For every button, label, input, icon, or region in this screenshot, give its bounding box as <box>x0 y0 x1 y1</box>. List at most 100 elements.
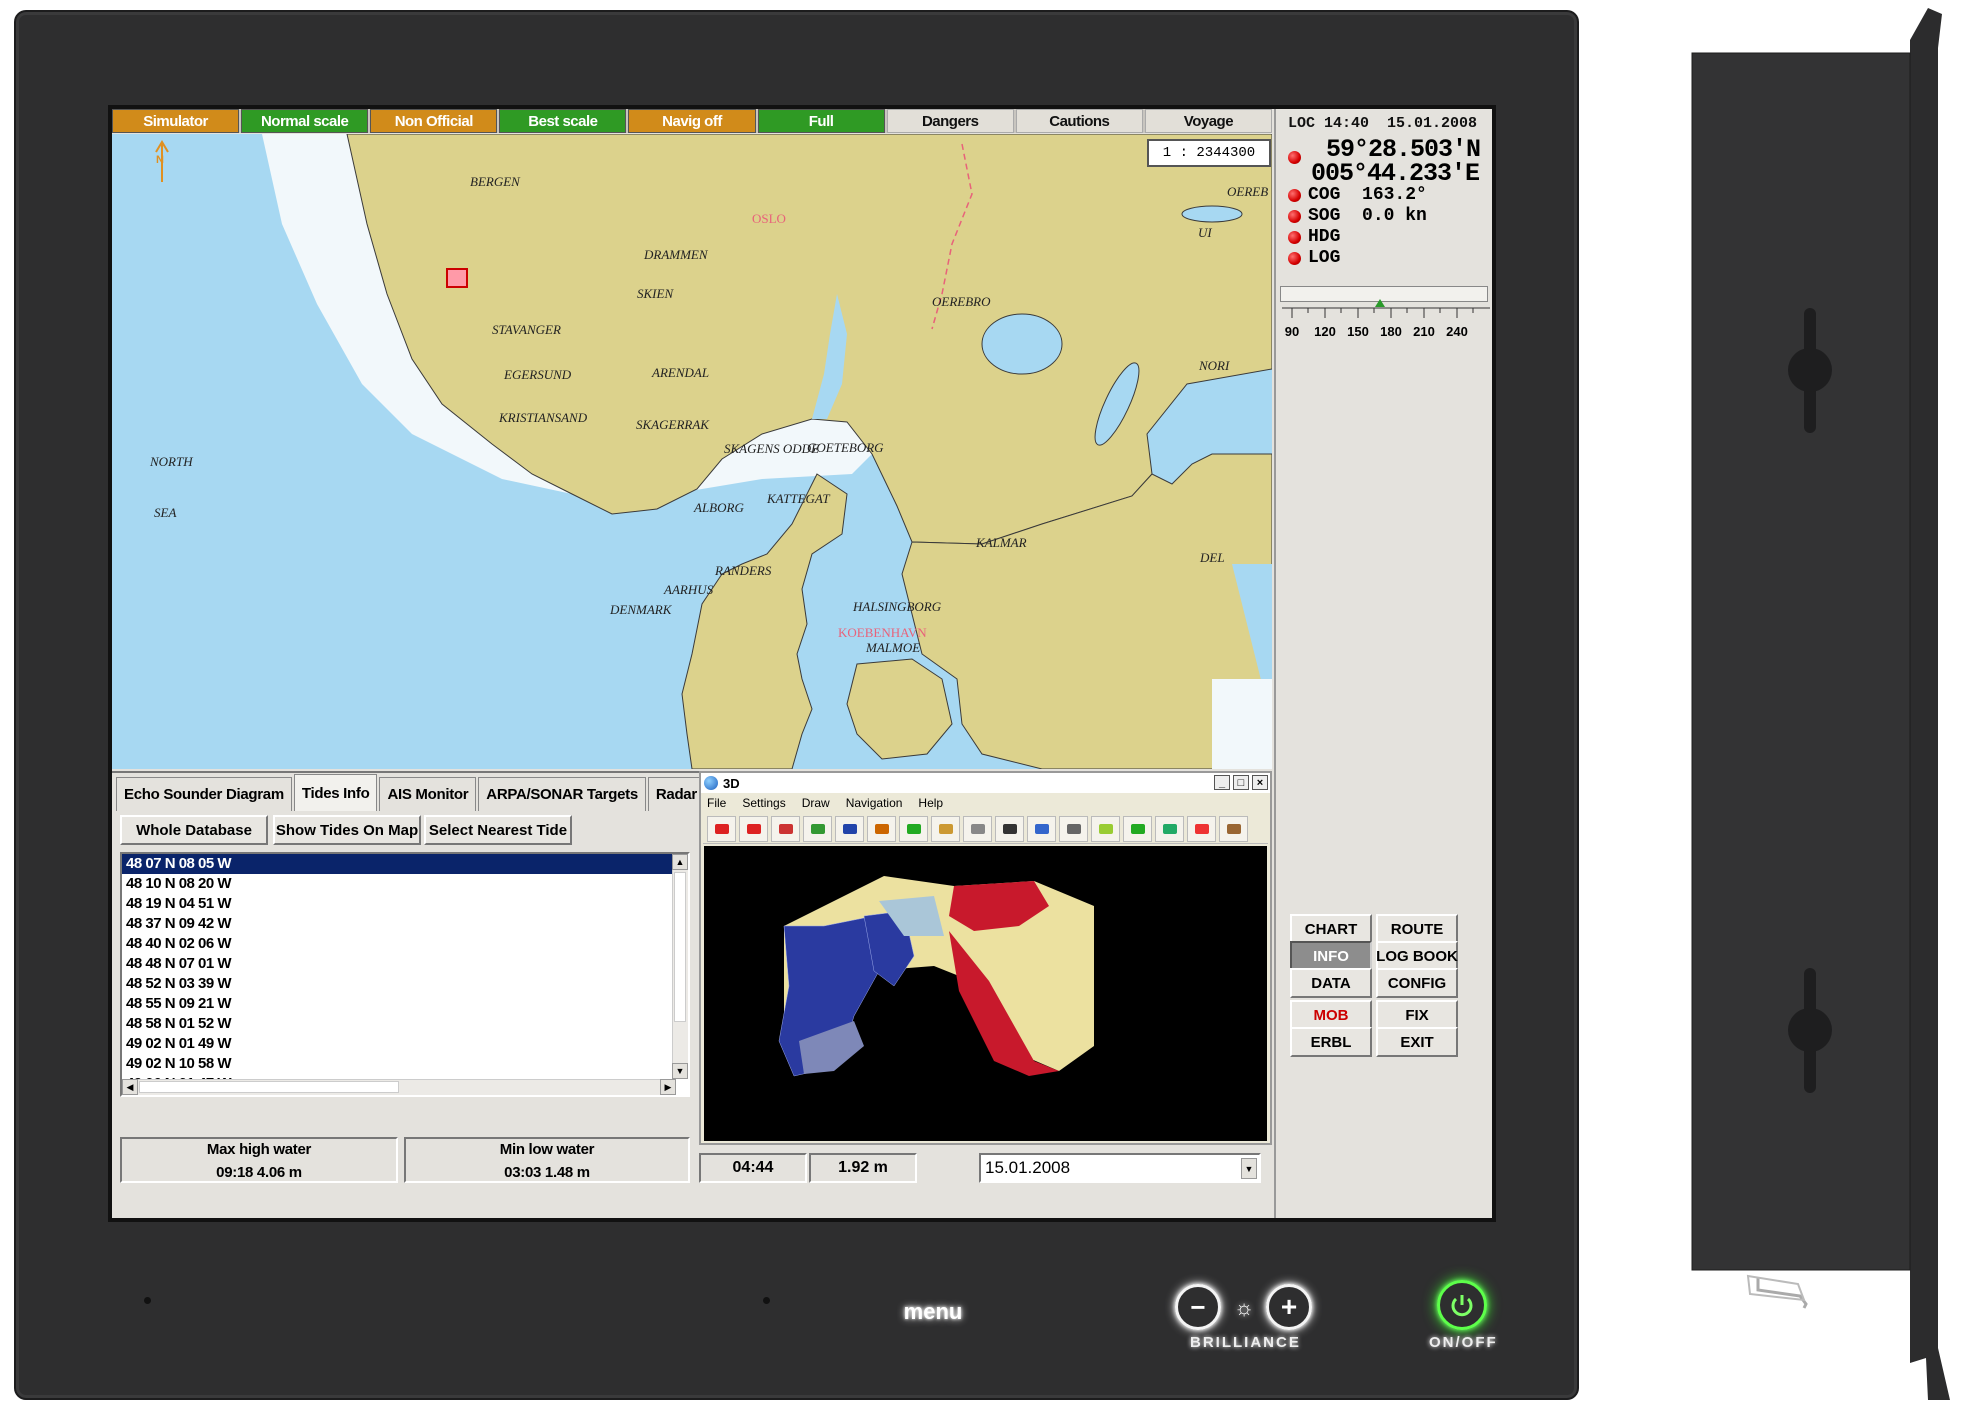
hscroll-thumb[interactable] <box>139 1081 399 1093</box>
brilliance-plus-button[interactable]: + <box>1266 1284 1312 1330</box>
dropdown-arrow-icon[interactable]: ▼ <box>1241 1158 1257 1179</box>
toolbar-tool-15-button[interactable] <box>1155 815 1184 842</box>
mob-button[interactable]: MOB <box>1290 1000 1372 1030</box>
nautical-chart[interactable]: N 1 : 2344300 BERGEN OSLO DRAMMEN SKIEN OERE… <box>112 134 1272 769</box>
compass-tick-120: 120 <box>1314 324 1336 339</box>
chart-button[interactable]: CHART <box>1290 914 1372 944</box>
tab-arpa-sonar-targets[interactable]: ARPA/SONAR Targets <box>478 777 646 811</box>
cog-status-dot <box>1288 189 1301 202</box>
3d-window-titlebar[interactable]: 3D _ □ × <box>701 773 1270 793</box>
toolbar-tool-13-button[interactable] <box>1091 815 1120 842</box>
own-ship-icon[interactable] <box>446 268 468 288</box>
status-non-official-button[interactable]: Non Official <box>370 109 498 133</box>
scroll-right-icon[interactable]: ▶ <box>660 1079 676 1095</box>
exit-button[interactable]: EXIT <box>1376 1027 1458 1057</box>
menu-file[interactable]: File <box>707 796 726 810</box>
toolbar-tool-3-button[interactable] <box>771 815 800 842</box>
screen-edge-handle <box>1492 499 1496 517</box>
date-selector[interactable]: 15.01.2008 ▼ <box>979 1153 1261 1183</box>
scroll-down-icon[interactable]: ▼ <box>672 1063 688 1079</box>
toolbar-tool-5-button[interactable] <box>835 815 864 842</box>
tide-station-item[interactable]: 49 02 N 01 49 W <box>122 1034 674 1054</box>
minimize-button[interactable]: _ <box>1214 775 1230 790</box>
tide-station-item[interactable]: 49 02 N 10 58 W <box>122 1054 674 1074</box>
3d-terrain-view[interactable] <box>704 846 1267 1141</box>
tide-station-item[interactable]: 48 37 N 09 42 W <box>122 914 674 934</box>
tab-tides-info[interactable]: Tides Info <box>293 774 378 811</box>
toolbar-tool-6-button[interactable] <box>867 815 896 842</box>
place-label-ui: UI <box>1198 225 1212 240</box>
tide-station-item[interactable]: 48 58 N 01 52 W <box>122 1014 674 1034</box>
toolbar-tool-2-button[interactable] <box>739 815 768 842</box>
monitor-bezel: menu − ☼ + BRILLIANCE ON/OFF Simulator No… <box>14 10 1579 1400</box>
toolbar-tool-8-button[interactable] <box>931 815 960 842</box>
tab-echo-sounder-diagram[interactable]: Echo Sounder Diagram <box>116 777 292 811</box>
status-simulator-button[interactable]: Simulator <box>112 109 240 133</box>
place-label-kalmar: KALMAR <box>976 535 1027 550</box>
maximize-button[interactable]: □ <box>1233 775 1249 790</box>
toolbar-tool-3-icon <box>778 823 793 834</box>
toolbar-tool-11-button[interactable] <box>1027 815 1056 842</box>
bezel-sensor-right <box>763 1297 770 1304</box>
tide-station-item[interactable]: 48 52 N 03 39 W <box>122 974 674 994</box>
max-high-water-value: 09:18 4.06 m <box>216 1164 302 1181</box>
whole-database-button[interactable]: Whole Database <box>120 815 268 845</box>
status-dangers-button[interactable]: Dangers <box>886 109 1014 133</box>
config-button[interactable]: CONFIG <box>1376 968 1458 998</box>
log-book-button[interactable]: LOG BOOK <box>1376 941 1458 971</box>
tide-list-horizontal-scrollbar[interactable]: ◀ ▶ <box>122 1079 676 1095</box>
status-best-scale-button[interactable]: Best scale <box>499 109 627 133</box>
sog-label: SOG <box>1308 206 1341 226</box>
scroll-thumb[interactable] <box>674 872 686 1022</box>
select-nearest-tide-button[interactable]: Select Nearest Tide <box>424 815 572 845</box>
toolbar-tool-14-button[interactable] <box>1123 815 1152 842</box>
menu-hardware-button[interactable]: menu <box>903 1285 963 1339</box>
erbl-button[interactable]: ERBL <box>1290 1027 1372 1057</box>
status-voyage-button[interactable]: Voyage <box>1144 109 1272 133</box>
toolbar-tool-16-button[interactable] <box>1187 815 1216 842</box>
tide-station-item[interactable]: 48 40 N 02 06 W <box>122 934 674 954</box>
tide-station-item[interactable]: 48 48 N 07 01 W <box>122 954 674 974</box>
menu-help[interactable]: Help <box>918 796 943 810</box>
info-button[interactable]: INFO <box>1290 941 1372 971</box>
chart-scale-box[interactable]: 1 : 2344300 <box>1147 139 1271 167</box>
menu-navigation[interactable]: Navigation <box>846 796 903 810</box>
tide-station-list[interactable]: 48 07 N 08 05 W 48 10 N 08 20 W 48 19 N 04… <box>120 852 690 1097</box>
toolbar-tool-7-button[interactable] <box>899 815 928 842</box>
toolbar-tool-17-button[interactable] <box>1219 815 1248 842</box>
toolbar-tool-4-button[interactable] <box>803 815 832 842</box>
tide-station-item[interactable]: 48 55 N 09 21 W <box>122 994 674 1014</box>
hdg-label: HDG <box>1308 227 1341 247</box>
longitude-value: 005°44.233'E <box>1311 159 1480 188</box>
show-tides-on-map-button[interactable]: Show Tides On Map <box>273 815 421 845</box>
tide-station-item[interactable]: 48 10 N 08 20 W <box>122 874 674 894</box>
toolbar-tool-4-icon <box>810 823 825 834</box>
status-normal-scale-button[interactable]: Normal scale <box>241 109 369 133</box>
fix-button[interactable]: FIX <box>1376 1000 1458 1030</box>
max-high-water-label: Max high water <box>206 1141 312 1158</box>
data-button[interactable]: DATA <box>1290 968 1372 998</box>
toolbar-tool-10-button[interactable] <box>995 815 1024 842</box>
tide-list-vertical-scrollbar[interactable]: ▲ ▼ <box>672 854 688 1079</box>
brilliance-minus-button[interactable]: − <box>1175 1284 1221 1330</box>
status-full-button[interactable]: Full <box>757 109 885 133</box>
route-button[interactable]: ROUTE <box>1376 914 1458 944</box>
scroll-up-icon[interactable]: ▲ <box>672 854 688 870</box>
status-navig-off-button[interactable]: Navig off <box>628 109 756 133</box>
menu-draw[interactable]: Draw <box>802 796 830 810</box>
close-button[interactable]: × <box>1252 775 1268 790</box>
scroll-left-icon[interactable]: ◀ <box>122 1079 138 1095</box>
menu-settings[interactable]: Settings <box>742 796 785 810</box>
tab-ais-monitor[interactable]: AIS Monitor <box>379 777 477 811</box>
power-button[interactable] <box>1437 1280 1487 1330</box>
tide-station-item[interactable]: 48 19 N 04 51 W <box>122 894 674 914</box>
3d-terrain-graphics <box>778 876 1094 1077</box>
menu-hardware-label: menu <box>903 1299 963 1324</box>
toolbar-tool-9-button[interactable] <box>963 815 992 842</box>
toolbar-tool-1-button[interactable] <box>707 815 736 842</box>
north-label: N <box>156 154 164 166</box>
toolbar-tool-12-button[interactable] <box>1059 815 1088 842</box>
place-label-oslo: OSLO <box>752 211 786 226</box>
tide-station-item[interactable]: 48 07 N 08 05 W <box>122 854 674 874</box>
status-cautions-button[interactable]: Cautions <box>1015 109 1143 133</box>
